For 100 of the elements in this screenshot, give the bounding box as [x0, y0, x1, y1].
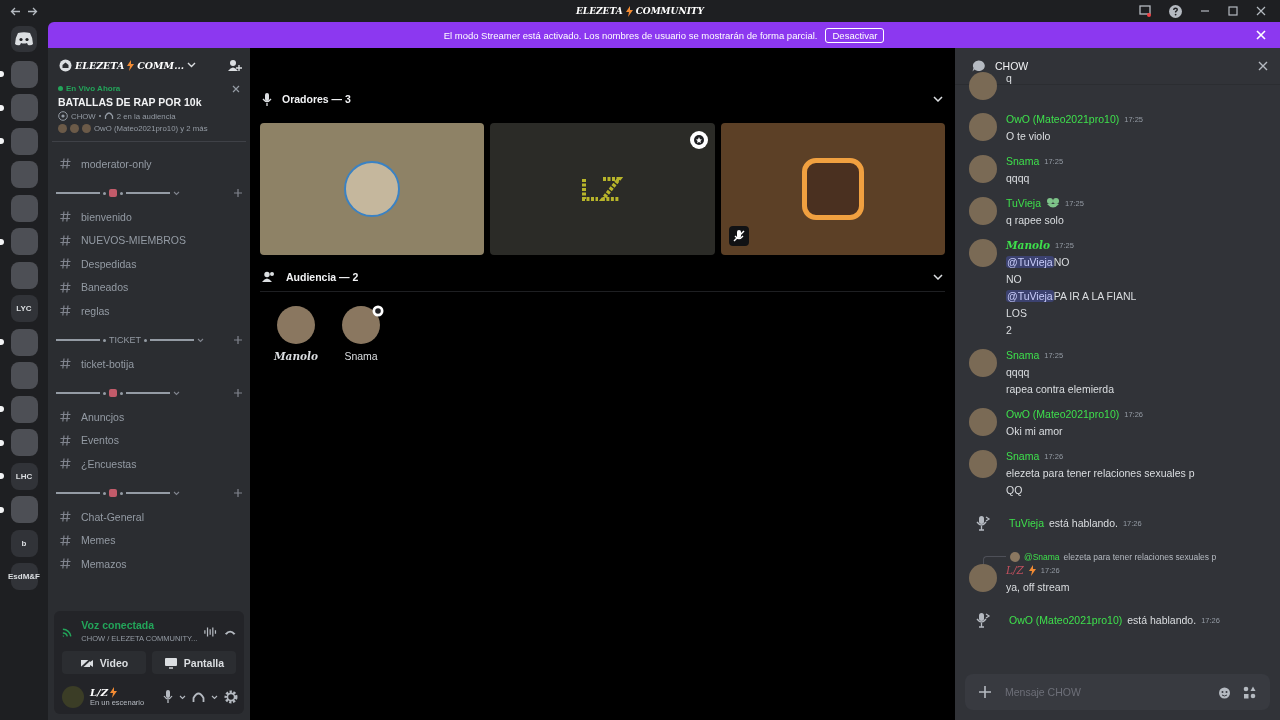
channel-item[interactable]: Memes [56, 528, 242, 552]
hash-icon [60, 358, 71, 370]
forward-arrow-icon[interactable] [27, 6, 38, 16]
message-text: q rapee solo [1006, 214, 1065, 226]
chevron-down-icon[interactable] [179, 694, 186, 700]
author-name[interactable]: Snama [1006, 155, 1040, 167]
message-text: qqqq [1006, 172, 1031, 184]
plus-icon[interactable] [234, 189, 242, 198]
screen-share-button[interactable]: Pantalla [152, 651, 236, 674]
message-text: O te violo [1006, 130, 1052, 142]
message-input-field[interactable]: Mensaje CHOW [1003, 685, 1206, 699]
channel-item[interactable]: Despedidas [56, 252, 242, 276]
server-name-suffix[interactable]: COMM... [137, 59, 185, 71]
mention-link[interactable]: @TuVieja [1006, 256, 1054, 268]
help-icon[interactable] [1169, 4, 1182, 18]
lightning-icon [110, 687, 117, 698]
plus-icon[interactable] [234, 389, 242, 398]
video-button[interactable]: Video [62, 651, 146, 674]
channel-item[interactable]: reglas [56, 299, 242, 323]
avatar-picture[interactable] [342, 306, 381, 344]
server-picture[interactable] [10, 127, 38, 155]
microphone-icon[interactable] [163, 690, 173, 704]
author-name[interactable]: TuVieja [1006, 197, 1042, 209]
sound-wave-icon[interactable] [204, 625, 217, 638]
channel-item[interactable]: Memazos [56, 552, 242, 576]
stage-speaker-icon [975, 612, 991, 628]
channel-item[interactable]: moderator-only [56, 152, 242, 176]
server-picture[interactable] [10, 429, 38, 457]
author-name[interactable]: OwO (Mateo2021pro10) [1006, 408, 1120, 420]
author-name[interactable]: TuVieja [1009, 517, 1045, 529]
server-picture[interactable] [10, 362, 38, 390]
close-icon[interactable] [1258, 61, 1268, 71]
lz-logo-drawing [581, 176, 624, 202]
reply-author[interactable]: @Snama [1024, 552, 1060, 562]
channel-item[interactable]: NUEVOS-MIEMBROS [56, 228, 242, 252]
server-picture[interactable] [10, 496, 38, 524]
author-name[interactable]: Snama [1006, 349, 1040, 361]
channel-item[interactable]: Chat-General [56, 505, 242, 529]
maximize-icon[interactable] [1228, 6, 1238, 16]
audience-heading: Audiencia — 2 [286, 271, 359, 283]
speaker-tile[interactable] [490, 123, 715, 255]
stage-title: BATALLAS DE RAP POR 10k [58, 96, 203, 108]
screen-share-icon[interactable] [1139, 5, 1151, 17]
server-picture[interactable] [10, 94, 38, 122]
speaker-tile[interactable] [720, 123, 945, 255]
hash-icon [60, 434, 71, 446]
plus-icon[interactable] [979, 686, 991, 698]
author-name[interactable]: OwO (Mateo2021pro10) [1009, 614, 1123, 626]
channel-item[interactable]: Baneados [56, 275, 242, 299]
server-picture[interactable] [10, 261, 38, 289]
plus-icon[interactable] [234, 336, 242, 345]
category-label[interactable]: TICKET [109, 335, 141, 346]
chat-bubble-icon [972, 60, 985, 72]
speaker-tile[interactable] [260, 123, 485, 255]
close-icon[interactable] [232, 84, 240, 93]
settings-icon[interactable] [224, 690, 238, 704]
back-arrow-icon[interactable] [10, 6, 21, 16]
message-text: 2 [1006, 324, 1013, 336]
chevron-down-icon[interactable] [211, 694, 218, 700]
add-user-icon[interactable] [228, 58, 242, 72]
home-button[interactable] [11, 26, 37, 52]
author-name[interactable]: OwO (Mateo2021pro10) [1006, 113, 1120, 125]
channel-item[interactable]: bienvenido [56, 205, 242, 229]
author-name[interactable]: Snama [1006, 450, 1040, 462]
server-picture[interactable] [10, 395, 38, 423]
channel-item[interactable]: Anuncjos [56, 405, 242, 429]
server-name[interactable]: ELEZETA [75, 59, 125, 71]
hash-icon [60, 558, 71, 570]
server-icon[interactable]: LYC [10, 295, 38, 323]
server-picture[interactable] [10, 161, 38, 189]
community-icon [59, 58, 72, 72]
apps-icon[interactable] [1243, 685, 1256, 699]
server-icon[interactable]: LHC [10, 462, 38, 490]
close-icon[interactable] [1256, 6, 1266, 16]
server-icon[interactable]: EsdM&F [10, 563, 38, 591]
server-picture[interactable] [10, 328, 38, 356]
hash-icon [60, 258, 71, 270]
microphone-icon [262, 92, 272, 106]
plus-icon[interactable] [234, 489, 242, 498]
message-composer[interactable]: Mensaje CHOW [965, 674, 1270, 710]
server-icon[interactable]: b [10, 529, 38, 557]
server-picture[interactable] [10, 194, 38, 222]
channel-item[interactable]: Eventos [56, 428, 242, 452]
message-text: qqqq [1006, 366, 1031, 378]
reply-text[interactable]: elezeta para tener relaciones sexuales p [1063, 552, 1217, 562]
hash-icon [60, 158, 71, 170]
server-picture[interactable] [10, 228, 38, 256]
hash-icon [60, 511, 71, 523]
mention-link[interactable]: @TuVieja [1006, 290, 1054, 302]
hash-icon [60, 234, 71, 246]
author-name[interactable]: Manolo [1006, 239, 1051, 251]
window-title: ELEZETA [576, 6, 623, 16]
channel-item[interactable]: ¿Encuestas [56, 452, 242, 476]
channel-item[interactable]: ticket-botija [56, 352, 242, 376]
hash-icon [60, 305, 71, 317]
server-picture[interactable] [10, 60, 38, 88]
avatar-picture [1010, 552, 1020, 562]
deactivate-button[interactable]: Desactivar [825, 27, 885, 43]
lightning-icon [625, 5, 633, 17]
headphones-icon[interactable] [192, 690, 205, 704]
